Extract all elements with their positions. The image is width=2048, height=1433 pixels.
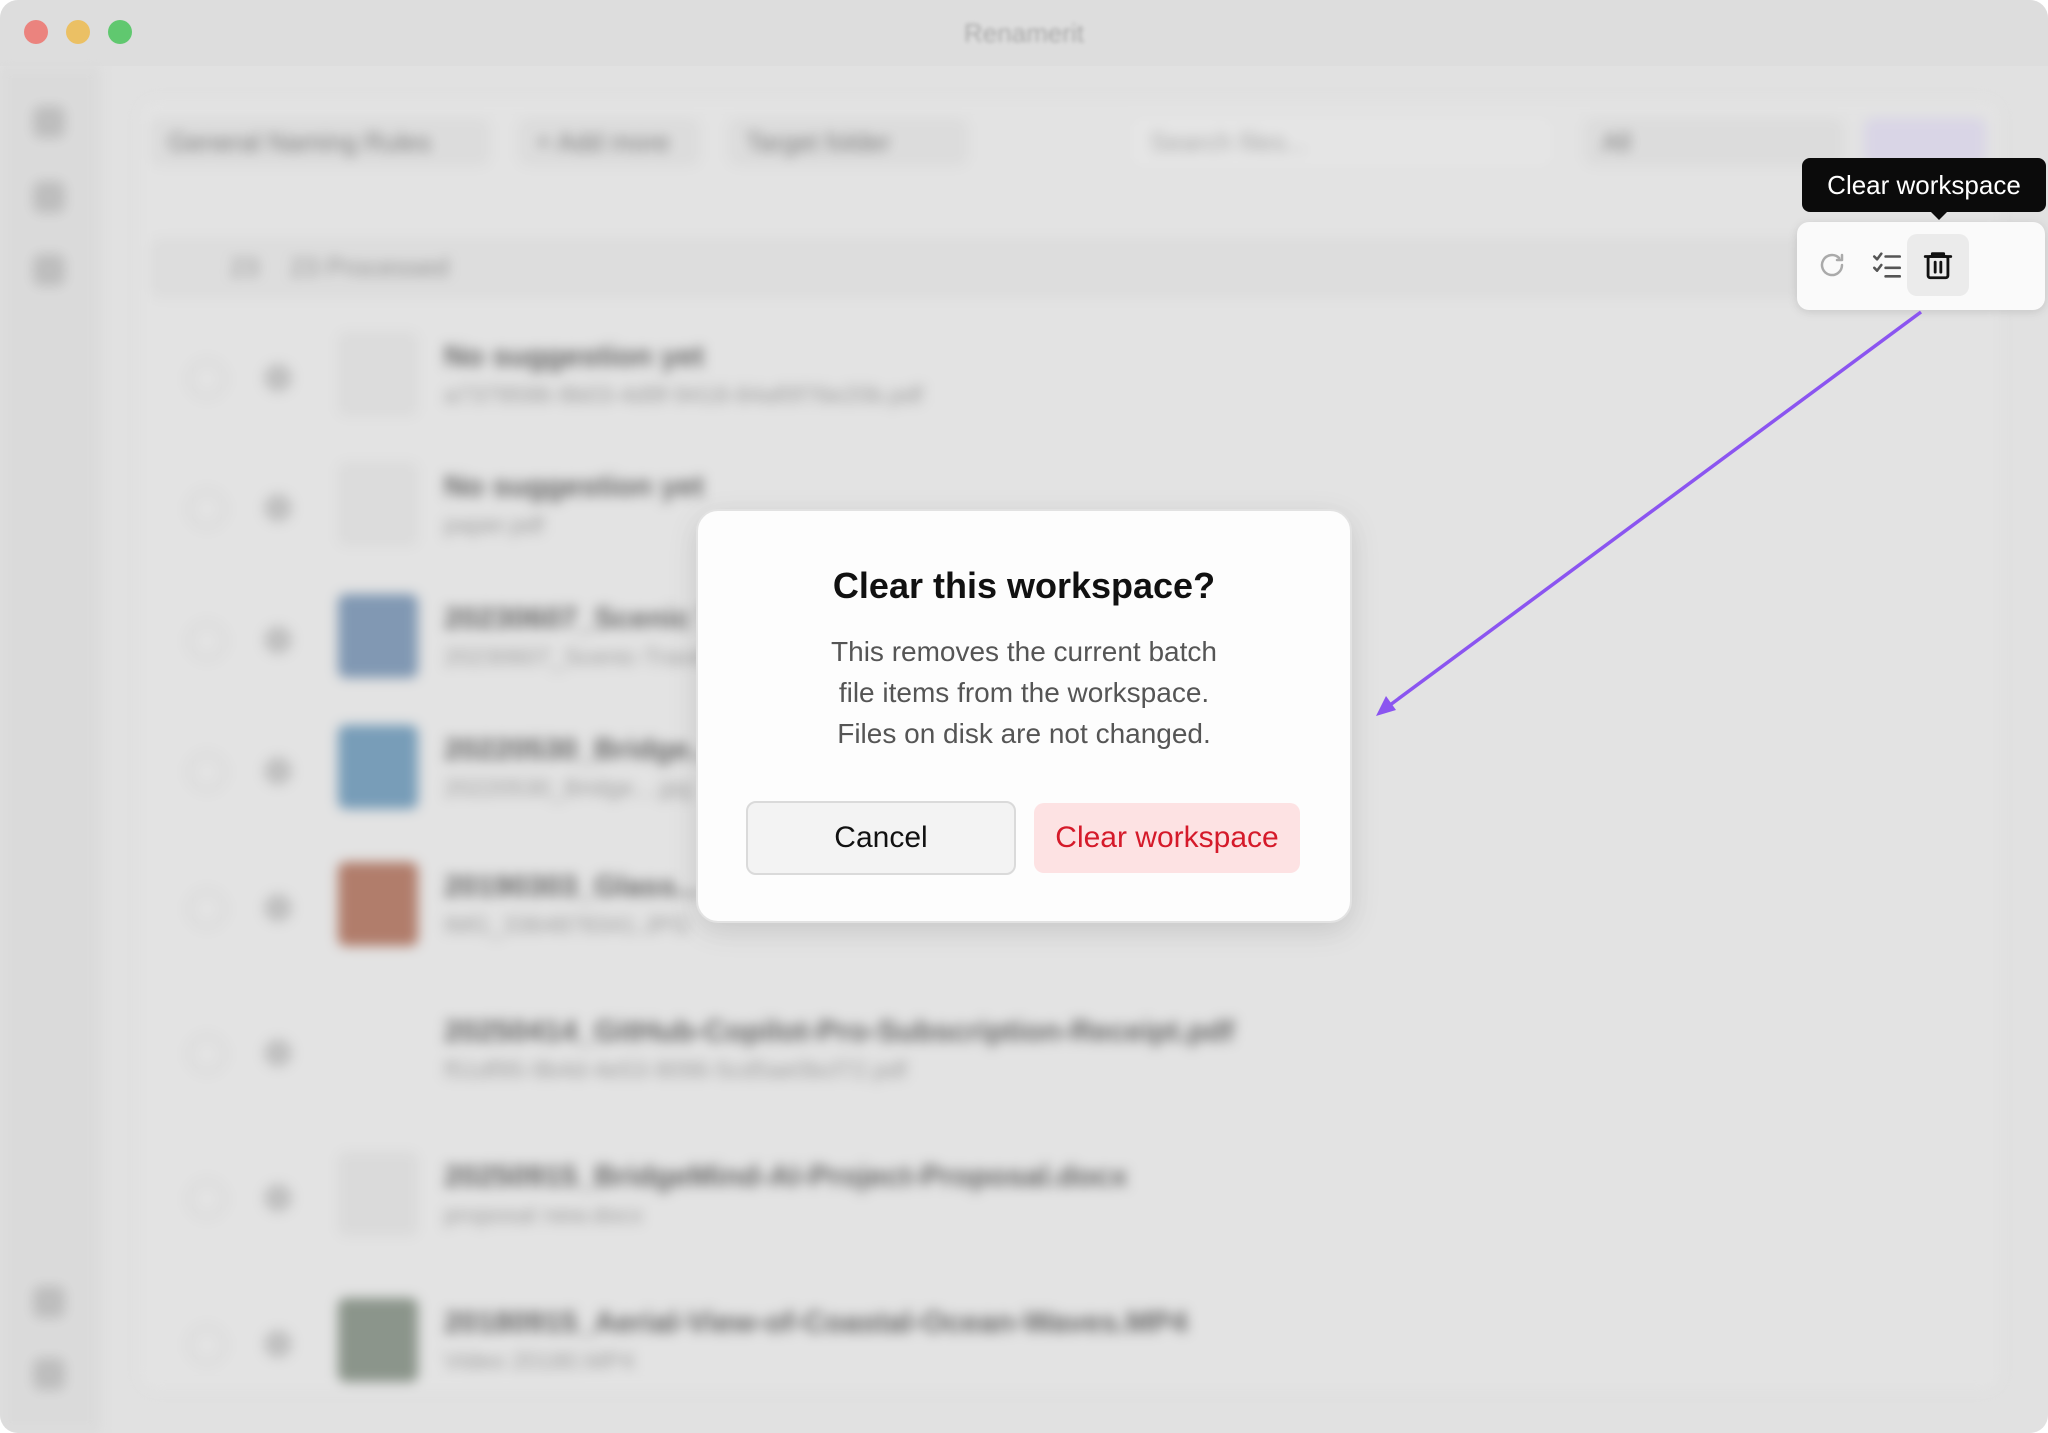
- app-window: Renamerit General Naming Rules + Add mor…: [0, 0, 2048, 1433]
- trash-icon: [1923, 252, 1953, 280]
- dialog-title: Clear this workspace?: [832, 565, 1216, 606]
- cancel-button[interactable]: Cancel: [746, 801, 1016, 875]
- confirm-clear-workspace-button[interactable]: Clear workspace: [1034, 803, 1300, 873]
- clear-workspace-dialog: Clear this workspace? This removes the c…: [696, 509, 1352, 923]
- dialog-message-line: file items from the workspace.: [838, 677, 1210, 708]
- refresh-button[interactable]: [1801, 234, 1863, 296]
- dialog-message-line: Files on disk are not changed.: [837, 718, 1211, 749]
- clear-workspace-button[interactable]: [1907, 234, 1969, 296]
- dialog-message-line: This removes the current batch: [831, 636, 1217, 667]
- batch-actions-popover: [1797, 222, 2045, 310]
- refresh-icon: [1820, 253, 1844, 277]
- clear-workspace-tooltip: Clear workspace: [1802, 158, 2046, 212]
- tooltip-pointer: [1929, 210, 1949, 220]
- checklist-icon: [1872, 252, 1902, 278]
- dialog-message: This removes the current batch file item…: [758, 631, 1290, 754]
